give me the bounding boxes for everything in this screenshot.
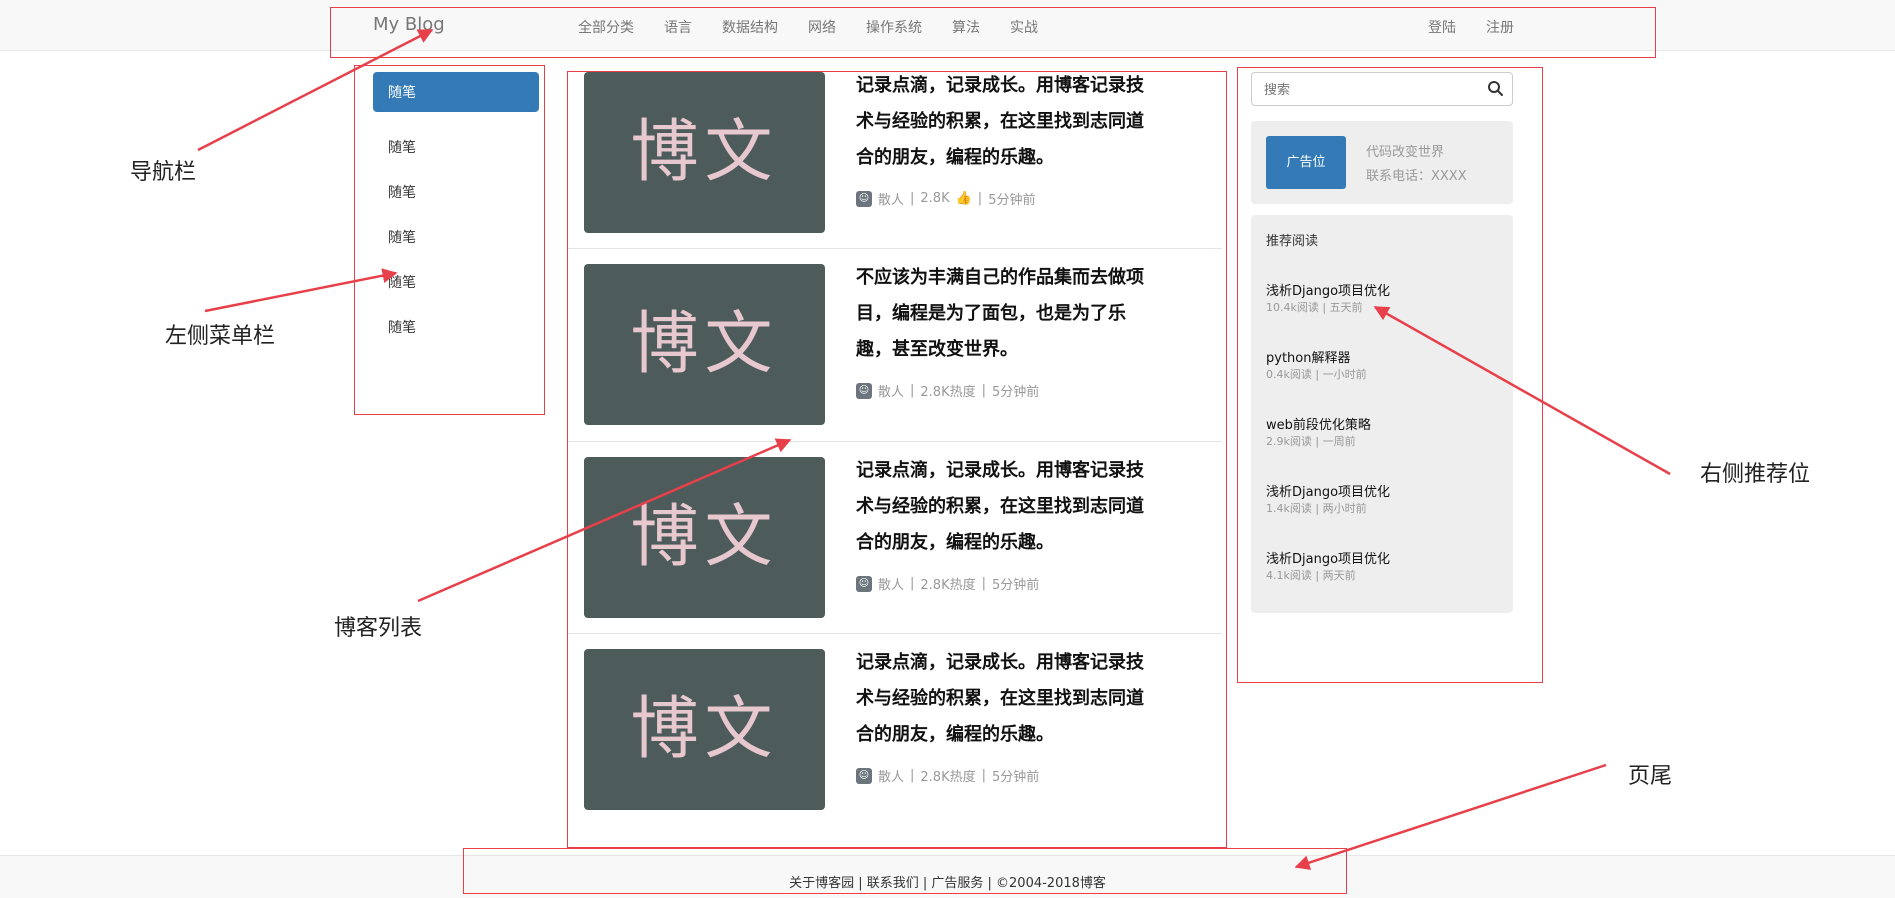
annotation-label-blog-list: 博客列表 [334,616,423,641]
annotation-box-footer [463,848,1347,894]
annotation-box-blog-list [567,71,1227,848]
annotation-label-left-menu: 左侧菜单栏 [165,324,276,349]
annotation-label-navbar: 导航栏 [130,160,197,185]
annotation-label-right: 右侧推荐位 [1700,462,1811,487]
annotation-label-footer: 页尾 [1628,764,1673,789]
annotation-box-navbar [330,7,1656,58]
annotation-box-left-menu [354,65,545,415]
annotation-box-right [1237,67,1543,683]
